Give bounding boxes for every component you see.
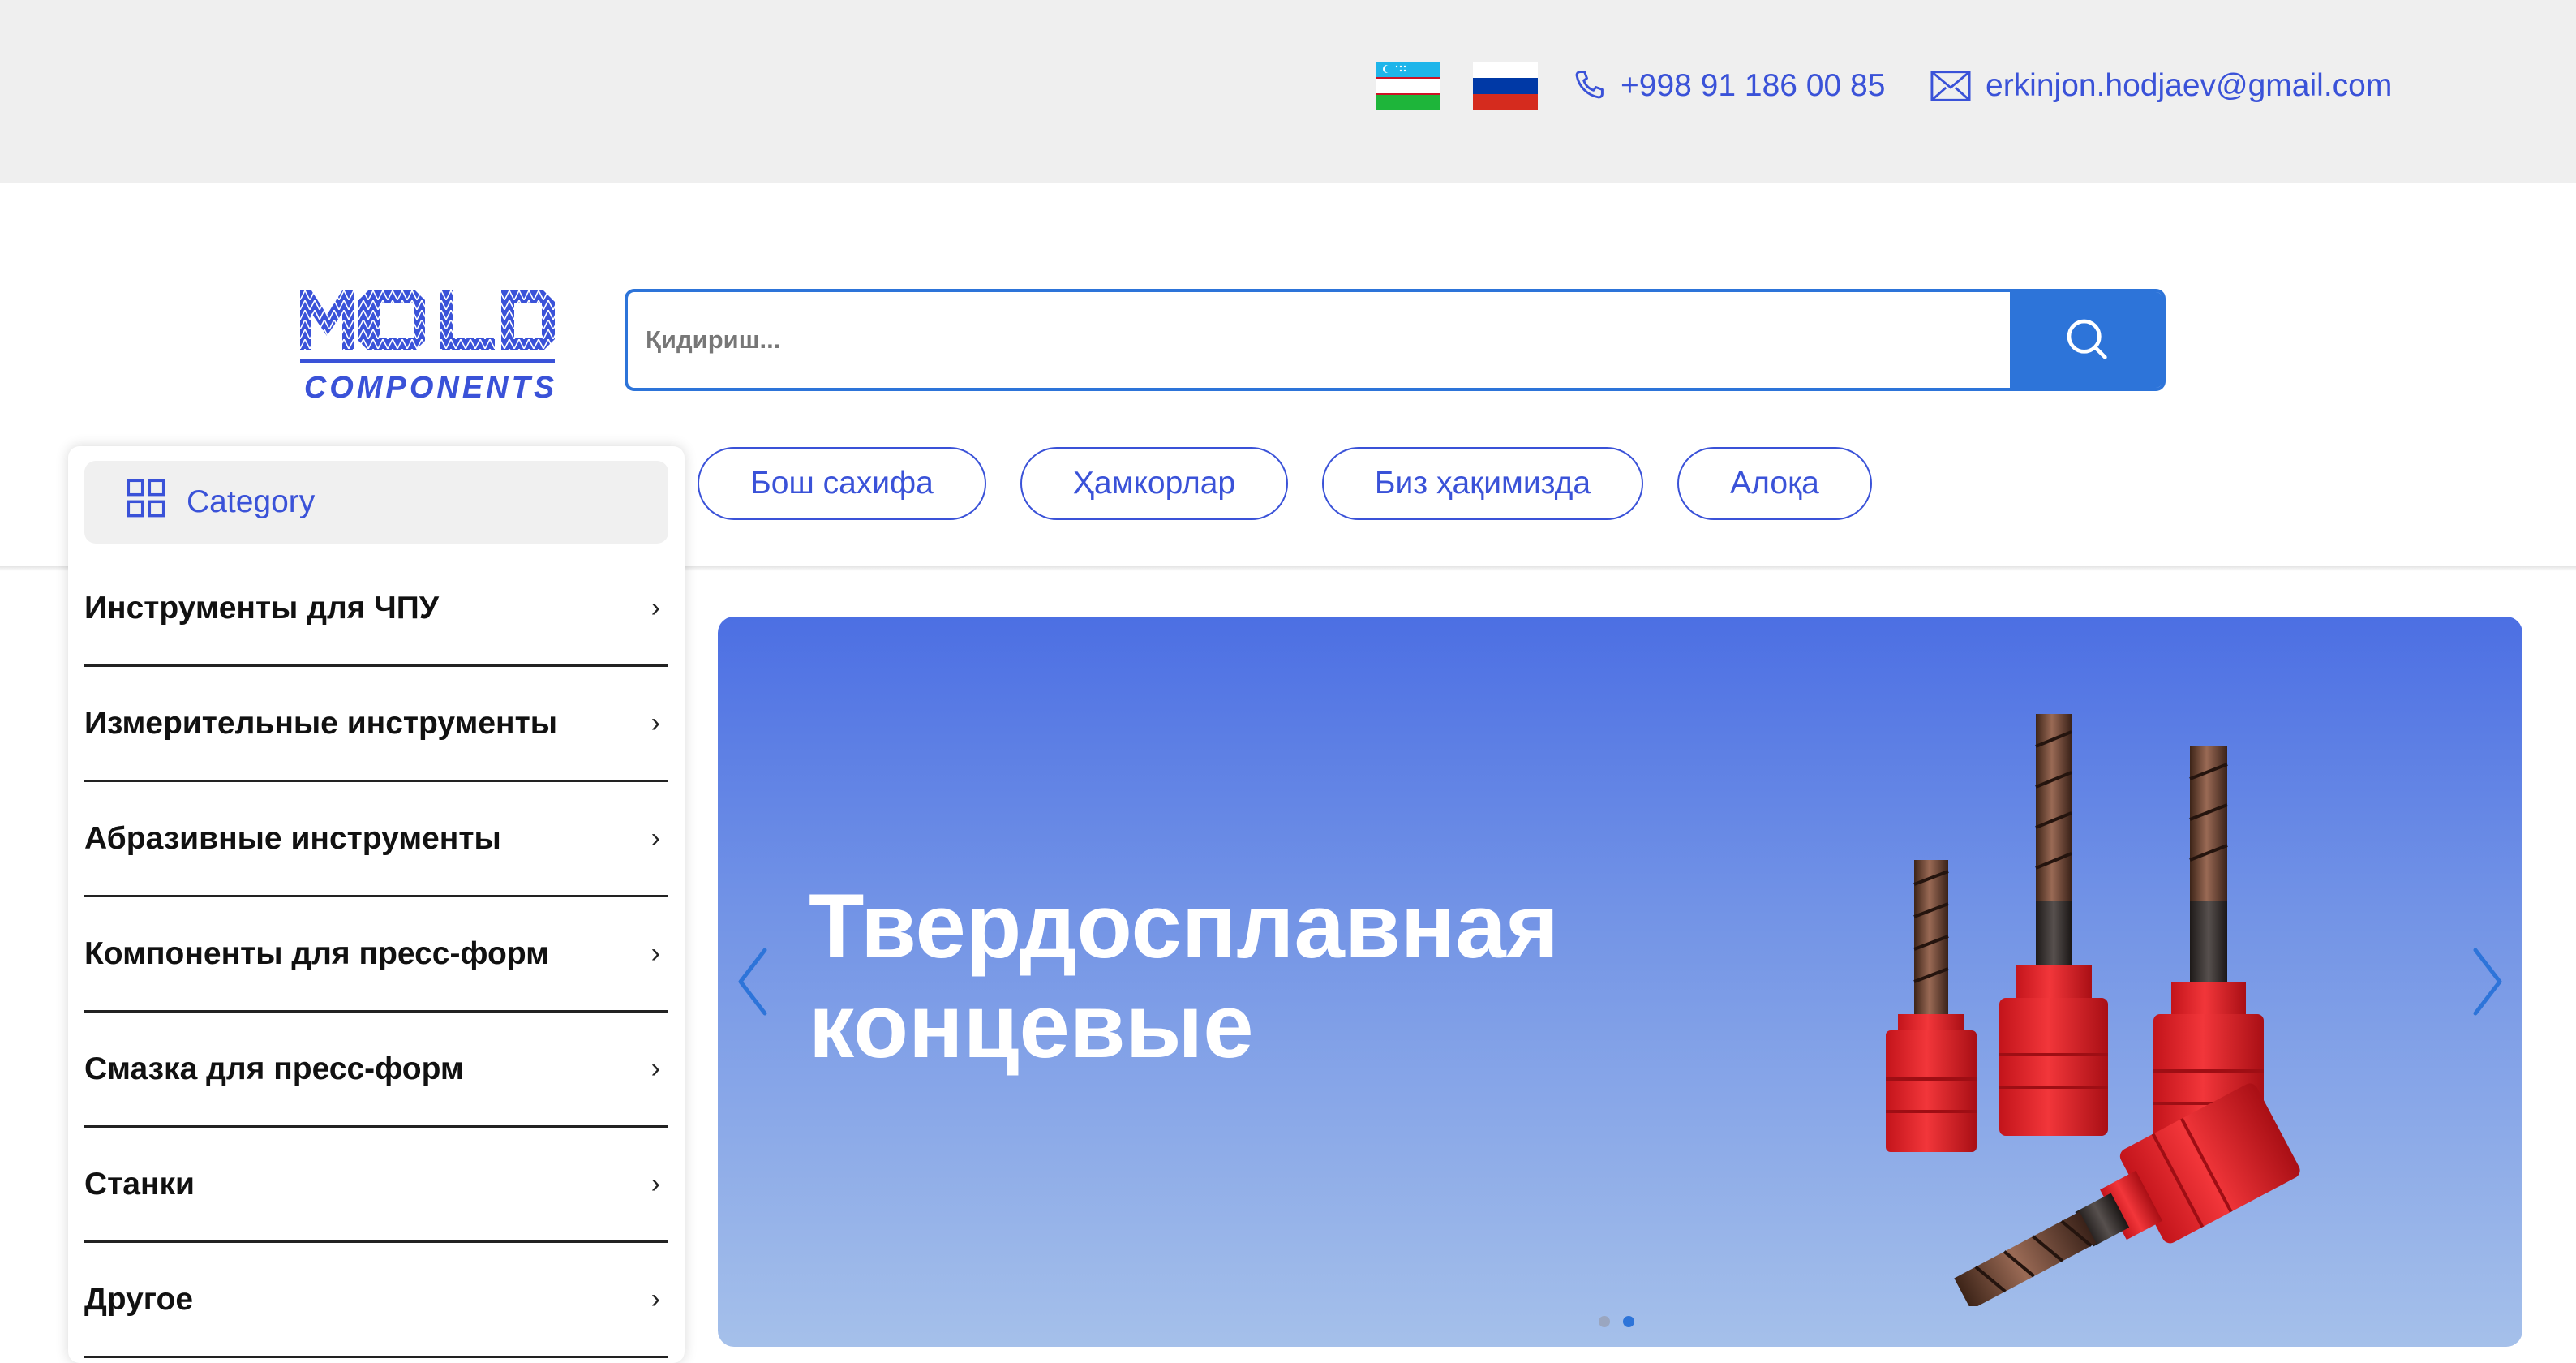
russian-flag-icon[interactable] [1473,62,1538,110]
nav-home[interactable]: Бош сахифа [698,447,986,520]
envelope-icon [1930,70,1971,102]
chevron-right-icon [2473,948,2502,1016]
logo-text: COMPONENTS [304,371,557,405]
category-header[interactable]: Category [84,461,668,544]
grid-icon [125,477,167,527]
search-icon [2063,316,2109,365]
category-list: Инструменты для ЧПУ › Измерительные инст… [84,552,668,1358]
chevron-right-icon: › [650,823,660,853]
category-item-label: Другое [84,1281,194,1317]
search-button[interactable] [2010,292,2162,388]
chevron-left-icon [738,948,767,1016]
slider-dot-2[interactable] [1623,1316,1634,1327]
category-panel: Category Инструменты для ЧПУ › Измерител… [68,446,685,1363]
chevron-right-icon: › [650,1053,660,1084]
chevron-right-icon: › [650,592,660,623]
category-item-label: Компоненты для пресс-форм [84,935,550,971]
nav-about[interactable]: Биз ҳақимизда [1322,447,1643,520]
top-bar: +998 91 186 00 85 erkinjon.hodjaev@gmail… [0,0,2576,183]
chevron-right-icon: › [650,1168,660,1199]
category-item-mold-components[interactable]: Компоненты для пресс-форм › [84,897,668,1013]
category-item-other[interactable]: Другое › [84,1243,668,1358]
category-item-label: Станки [84,1166,195,1202]
hero-slider: Твердосплавная концевые [718,617,2522,1347]
hero-title: Твердосплавная концевые [809,875,1701,1077]
category-item-label: Инструменты для ЧПУ [84,590,440,626]
search-input[interactable] [628,292,2015,388]
nav-contact[interactable]: Алоқа [1677,447,1872,520]
slider-next-button[interactable] [2462,945,2511,1018]
slider-prev-button[interactable] [729,945,778,1018]
phone-number[interactable]: +998 91 186 00 85 [1621,68,1885,104]
category-item-label: Абразивные инструменты [84,820,501,856]
category-title: Category [187,484,316,519]
email-address[interactable]: erkinjon.hodjaev@gmail.com [1986,68,2392,104]
search-bar [625,289,2166,391]
mold-components-logo[interactable]: COMPONENTS [281,281,581,406]
category-item-abrasive-tools[interactable]: Абразивные инструменты › [84,782,668,897]
category-item-mold-lubricant[interactable]: Смазка для пресс-форм › [84,1013,668,1128]
carbide-end-mills-image [1870,673,2356,1310]
slider-dot-1[interactable] [1599,1316,1610,1327]
chevron-right-icon: › [650,1283,660,1314]
chevron-right-icon: › [650,707,660,738]
phone-icon [1570,68,1606,104]
category-item-label: Смазка для пресс-форм [84,1051,464,1086]
category-item-label: Измерительные инструменты [84,705,558,741]
email-contact[interactable]: erkinjon.hodjaev@gmail.com [1930,62,2392,110]
uzbek-flag-icon[interactable] [1376,62,1440,110]
phone-contact[interactable]: +998 91 186 00 85 [1570,62,1885,110]
hero-title-line-1: Твердосплавная [809,875,1559,977]
category-item-machines[interactable]: Станки › [84,1128,668,1243]
hero-title-line-2: концевые [809,975,1254,1077]
slider-dots [1599,1316,1634,1327]
chevron-right-icon: › [650,938,660,969]
category-item-measuring-tools[interactable]: Измерительные инструменты › [84,667,668,782]
category-item-cnc-tools[interactable]: Инструменты для ЧПУ › [84,552,668,667]
nav-partners[interactable]: Ҳамкорлар [1020,447,1288,520]
